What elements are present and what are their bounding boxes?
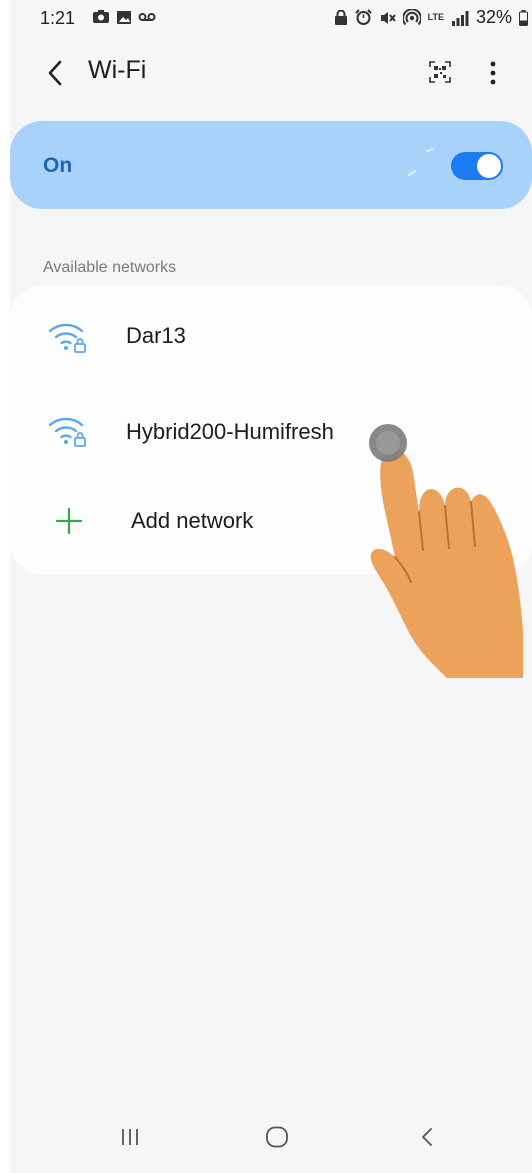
lte-icon: LTE: [427, 12, 444, 22]
nav-back-button[interactable]: [407, 1122, 447, 1152]
network-item-hybrid200-humifresh[interactable]: Hybrid200-Humifresh: [10, 386, 532, 474]
system-nav-bar: [10, 1104, 532, 1173]
add-network-label: Add network: [131, 508, 254, 533]
signal-icon: [451, 10, 469, 26]
qr-scan-button[interactable]: [424, 56, 456, 88]
recent-apps-icon: [122, 1129, 138, 1145]
network-item-dar13[interactable]: Dar13: [10, 292, 532, 380]
battery-icon: [519, 9, 528, 26]
chevron-left-icon: [48, 60, 62, 86]
wifi-state-label: On: [43, 154, 73, 177]
camera-switch-icon: [93, 10, 109, 23]
network-name: Dar13: [126, 323, 186, 348]
battery-percent: 32%: [475, 7, 512, 27]
hotspot-icon: [402, 8, 421, 25]
wifi-lock-icon: [48, 417, 86, 447]
wifi-lock-icon: [48, 323, 86, 353]
home-button[interactable]: [257, 1122, 297, 1152]
status-time: 1:21: [40, 8, 76, 28]
app-header: Wi-Fi: [10, 44, 532, 102]
mute-icon: [380, 11, 396, 24]
available-networks-heading: Available networks: [43, 259, 177, 276]
status-bar: 1:21 LTE 32%: [10, 0, 532, 36]
image-icon: [117, 10, 131, 24]
back-button[interactable]: [38, 56, 72, 90]
page-title: Wi-Fi: [88, 56, 147, 84]
status-left-icons: [92, 9, 156, 25]
plus-icon: [55, 507, 83, 535]
back-icon: [422, 1128, 432, 1146]
home-icon: [266, 1126, 288, 1148]
alarm-icon: [354, 9, 372, 25]
more-vertical-icon: [490, 61, 496, 85]
ripple-streak-decoration: [408, 148, 434, 176]
qr-scan-icon: [429, 61, 451, 83]
voicemail-icon: [138, 13, 156, 21]
wifi-toggle-card[interactable]: On: [10, 121, 532, 209]
recent-apps-button[interactable]: [110, 1122, 150, 1152]
network-list: Dar13 Hybrid200-Humifresh Add network: [10, 286, 532, 574]
wifi-settings-screen: 1:21 LTE 32% Wi-Fi On Available networks…: [0, 0, 532, 1173]
add-network-button[interactable]: Add network: [10, 480, 532, 568]
lock-icon: [334, 9, 347, 25]
status-right-icons: LTE 32%: [334, 7, 528, 28]
wifi-toggle-switch[interactable]: [451, 152, 503, 180]
network-name: Hybrid200-Humifresh: [126, 419, 334, 444]
more-options-button[interactable]: [480, 54, 506, 92]
toggle-knob: [477, 154, 501, 178]
